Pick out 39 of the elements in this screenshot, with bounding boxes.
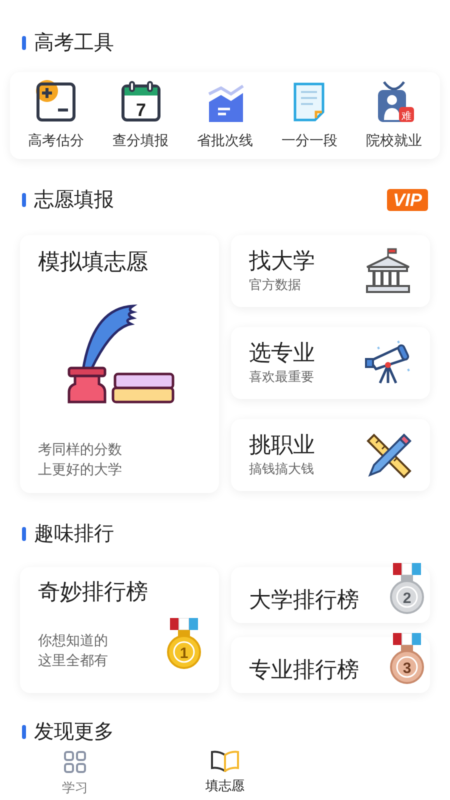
card-title: 大学排行榜 [249, 586, 359, 614]
section-marker [22, 36, 26, 50]
tool-item[interactable]: 7 查分填报 [100, 80, 181, 151]
section-marker [22, 725, 26, 739]
grid-icon [63, 750, 87, 774]
book-icon [210, 750, 240, 772]
section-marker [22, 527, 26, 541]
card-title: 模拟填志愿 [38, 248, 149, 276]
feature-card[interactable]: 找大学 官方数据 [231, 235, 430, 307]
card-subtitle: 上更好的大学 [38, 460, 123, 479]
section-title: 高考工具 [34, 31, 114, 56]
tool-item[interactable]: 省批次线 [184, 80, 265, 151]
card-subtitle: 官方数据 [249, 276, 302, 294]
card-subtitle: 搞钱搞大钱 [249, 460, 315, 478]
tool-item[interactable]: 难 院校就业 [354, 80, 434, 151]
card-subtitle: 考同样的分数 [38, 440, 123, 459]
card-title: 专业排行榜 [249, 656, 359, 684]
section-title: 趣味排行 [34, 522, 114, 547]
nav-tab[interactable]: 填志愿 [150, 746, 300, 800]
ruler-pencil-icon [364, 431, 412, 479]
card-subtitle: 喜欢最重要 [249, 368, 315, 386]
section-title: 发现更多 [34, 720, 114, 745]
nav-tab[interactable]: 学习 [0, 746, 150, 800]
section-title: 志愿填报 [34, 188, 114, 213]
tool-item[interactable]: 高考估分 [16, 80, 96, 151]
section-marker [22, 193, 26, 207]
feature-card[interactable]: 选专业 喜欢最重要 [231, 327, 430, 399]
feature-card[interactable]: 挑职业 搞钱搞大钱 [231, 419, 430, 491]
calculator-icon [34, 80, 78, 124]
card-title: 找大学 [249, 247, 315, 276]
card-subtitle: 你想知道的 [38, 631, 108, 650]
building-icon [364, 247, 412, 295]
card-title: 挑职业 [249, 431, 315, 460]
simulate-card[interactable]: 模拟填志愿 考同样的分数 上更好的大学 [20, 235, 219, 493]
card-subtitle: 这里全都有 [38, 651, 108, 670]
card-title: 选专业 [249, 339, 315, 368]
tool-item[interactable]: 一分一段 [269, 80, 350, 151]
card-title: 奇妙排行榜 [38, 578, 149, 606]
ranking-card[interactable]: 奇妙排行榜 你想知道的 这里全都有 1 [20, 567, 219, 693]
